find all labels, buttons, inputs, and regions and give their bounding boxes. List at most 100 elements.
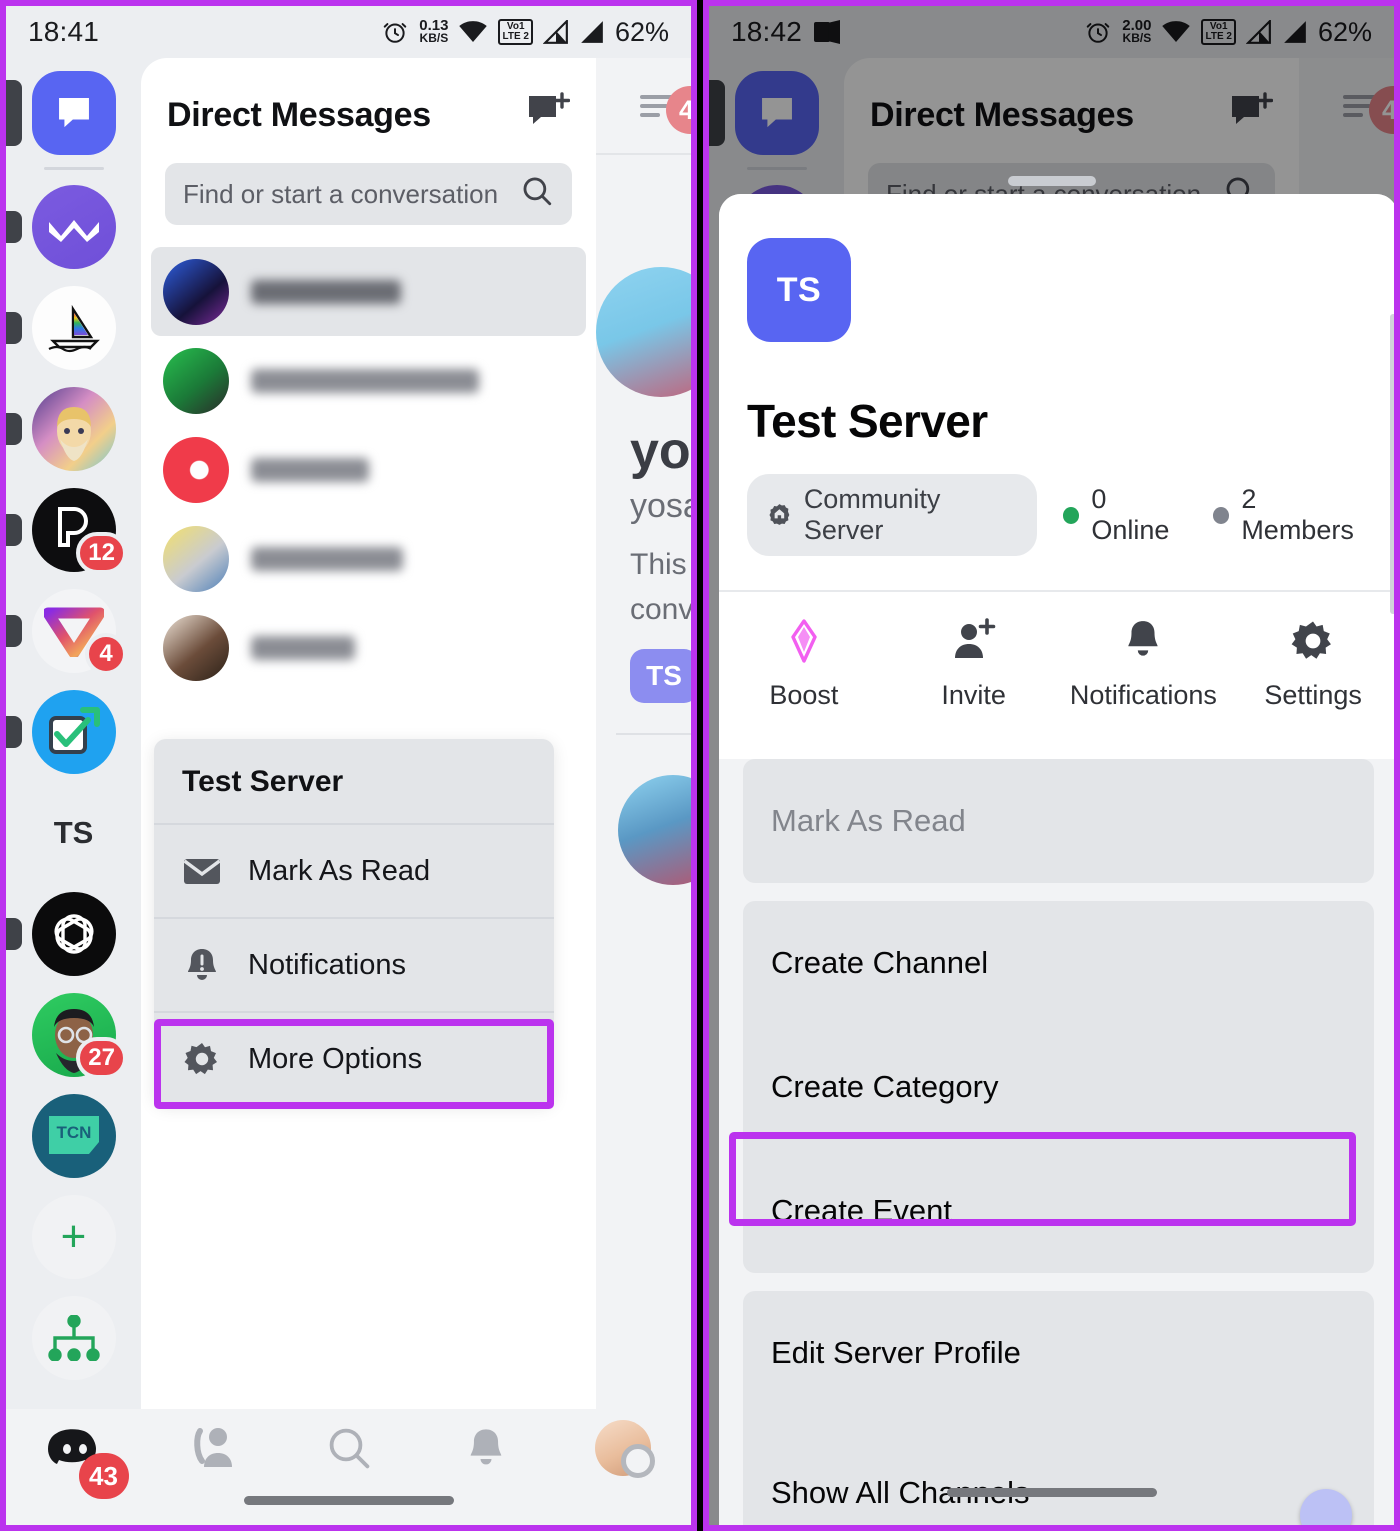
server-options-sheet: TS Test Server Community Server 0 Online…	[719, 194, 1394, 1525]
list-item[interactable]	[141, 425, 596, 514]
server-icon-boat[interactable]	[31, 285, 116, 370]
peek-avatar	[596, 267, 691, 397]
server-icon-art[interactable]	[31, 386, 116, 471]
rail-item-server-avatar[interactable]: 27	[6, 984, 141, 1085]
dm-conversation-list[interactable]	[141, 247, 596, 692]
rail-item-server-art[interactable]	[6, 378, 141, 479]
menu-item-mark-as-read[interactable]: Mark As Read	[743, 759, 1374, 883]
action-invite[interactable]: Invite	[889, 618, 1059, 711]
rainbow-sailboat-icon	[48, 304, 100, 352]
avatar	[163, 525, 229, 592]
network-speed: 0.13 KB/S	[419, 18, 449, 46]
new-dm-button[interactable]	[526, 92, 571, 139]
peek-message-avatar	[618, 775, 691, 886]
rail-item-server-openai[interactable]	[6, 883, 141, 984]
rail-item-explore-servers[interactable]	[6, 1287, 141, 1388]
search-icon	[520, 174, 554, 215]
menu-item-label: Create Event	[771, 1193, 952, 1228]
unread-pill	[6, 715, 22, 748]
people-icon	[193, 1428, 232, 1467]
tcn-bubble-icon: TCN	[48, 1115, 99, 1154]
search-input[interactable]: Find or start a conversation	[165, 163, 572, 225]
list-item[interactable]	[141, 514, 596, 603]
rail-item-server-tcn[interactable]: TCN	[6, 1085, 141, 1186]
menu-group-read: Mark As Read	[743, 759, 1374, 883]
conversation-name-blurred	[251, 546, 403, 571]
peek-line-1: This i	[630, 548, 691, 581]
server-rail[interactable]: 12 4 TS 27 TCN +	[6, 58, 141, 1409]
avatar	[163, 614, 229, 681]
menu-group-create: Create Channel Create Category Create Ev…	[743, 901, 1374, 1273]
community-badge-label: Community Server	[803, 484, 941, 545]
menu-item-create-category[interactable]: Create Category	[743, 1025, 1374, 1149]
rail-item-server-prism[interactable]: 4	[6, 580, 141, 681]
peek-divider	[616, 733, 691, 736]
unread-pill	[6, 311, 22, 344]
server-icon-ts[interactable]: TS	[31, 790, 116, 875]
battery-percent: 62%	[614, 16, 669, 47]
sheet-scroll-area[interactable]: TS Test Server Community Server 0 Online…	[719, 194, 1394, 1525]
list-item[interactable]	[141, 336, 596, 425]
rail-item-add-server[interactable]: +	[6, 1186, 141, 1287]
menu-item-show-all-channels[interactable]: Show All Channels	[743, 1415, 1374, 1525]
menu-item-edit-server-profile[interactable]: Edit Server Profile	[743, 1291, 1374, 1415]
context-item-mark-as-read[interactable]: Mark As Read	[154, 823, 554, 917]
sheet-drag-handle[interactable]	[1007, 176, 1096, 186]
add-server-icon[interactable]: +	[31, 1194, 116, 1279]
server-icon-checkbox[interactable]	[31, 689, 116, 774]
peek-title: yos	[630, 422, 691, 480]
comparison-stage: 18:41 0.13 KB/S Vo1 LTE 2 62% 12 4 TS 27…	[0, 0, 1400, 1531]
menu-item-create-event[interactable]: Create Event	[743, 1149, 1374, 1273]
rail-item-server-test-server[interactable]: TS	[6, 782, 141, 883]
sheet-action-row[interactable]: Boost Invite Notifications Settings	[719, 590, 1394, 737]
dm-header: Direct Messages	[141, 58, 596, 155]
conversation-name-blurred	[251, 457, 369, 482]
unread-pill	[6, 79, 22, 146]
list-item[interactable]	[141, 603, 596, 692]
context-item-more-options[interactable]: More Options	[154, 1011, 554, 1105]
explore-servers-icon[interactable]	[31, 1295, 116, 1380]
action-boost[interactable]: Boost	[719, 618, 889, 711]
community-server-badge: Community Server	[747, 474, 1038, 556]
rail-item-server-wave[interactable]	[6, 176, 141, 277]
gear-icon	[1291, 621, 1332, 659]
rail-item-server-checkbox[interactable]	[6, 681, 141, 782]
rail-item-server-boat[interactable]	[6, 277, 141, 378]
status-right-icons: 0.13 KB/S Vo1 LTE 2 62%	[381, 17, 669, 48]
peek-server-tag: TS	[630, 649, 691, 704]
server-avatar[interactable]: TS	[747, 238, 851, 342]
server-context-menu[interactable]: Test Server Mark As Read Notifications M…	[154, 739, 554, 1105]
plus-icon: +	[60, 1211, 87, 1261]
bottom-navigation[interactable]: 43	[6, 1409, 691, 1525]
nav-friends[interactable]	[143, 1423, 280, 1473]
signal-sim1-icon	[542, 20, 568, 44]
nav-servers[interactable]: 43	[6, 1425, 143, 1499]
action-settings[interactable]: Settings	[1228, 618, 1394, 711]
network-unit: KB/S	[419, 31, 449, 46]
list-item[interactable]	[151, 247, 586, 336]
menu-item-create-channel[interactable]: Create Channel	[743, 901, 1374, 1025]
unread-pill	[6, 614, 22, 647]
nav-profile[interactable]	[554, 1420, 691, 1478]
action-label: Notifications	[1069, 680, 1217, 710]
rail-item-server-opus[interactable]: 12	[6, 479, 141, 580]
context-item-notifications[interactable]: Notifications	[154, 917, 554, 1011]
home-indicator	[243, 1496, 454, 1505]
home-indicator	[946, 1488, 1157, 1497]
chat-peek-panel[interactable]: 43 yos yosa This i conve TS	[596, 58, 691, 1409]
checkbox-arrow-icon	[48, 706, 100, 754]
sheet-header: TS Test Server Community Server 0 Online…	[719, 194, 1394, 590]
toggle-knob	[1300, 1488, 1352, 1525]
rail-item-direct-messages[interactable]	[6, 62, 141, 163]
peek-line-2: conve	[630, 592, 691, 626]
server-icon-openai[interactable]	[31, 891, 116, 976]
server-icon-tcn[interactable]: TCN	[31, 1093, 116, 1178]
menu-item-label: Mark As Read	[771, 803, 966, 838]
members-label: 2 Members	[1241, 484, 1354, 545]
action-notifications[interactable]: Notifications	[1059, 618, 1229, 711]
nav-search[interactable]	[280, 1424, 417, 1472]
sheet-scrollbar[interactable]	[1390, 314, 1394, 614]
server-icon-wave[interactable]	[31, 184, 116, 269]
direct-messages-icon[interactable]	[31, 70, 116, 155]
nav-notifications[interactable]	[417, 1425, 554, 1471]
